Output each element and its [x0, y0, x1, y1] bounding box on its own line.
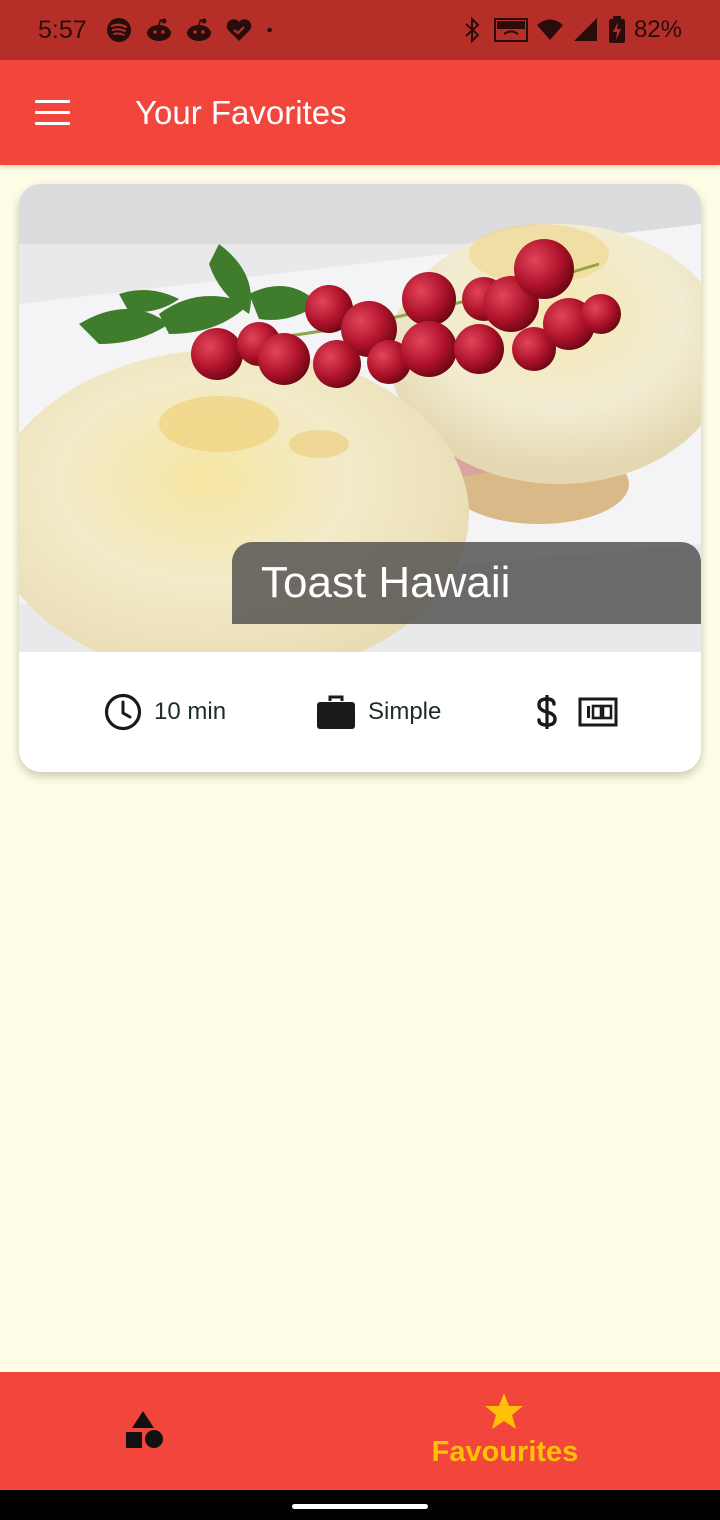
- vowifi-icon: [493, 18, 528, 42]
- reddit-icon: [146, 18, 171, 41]
- nav-label-favourites[interactable]: Favourites: [420, 1436, 590, 1469]
- status-bar: 5:57 82%: [0, 0, 720, 60]
- category-shapes-icon[interactable]: [125, 1410, 165, 1450]
- battery-charging-icon: [608, 16, 625, 43]
- meal-duration: 10 min: [104, 692, 226, 732]
- notification-icons: [105, 16, 281, 44]
- app-bar: Your Favorites: [0, 60, 720, 165]
- system-icons: 82%: [458, 16, 682, 44]
- bottom-navigation: Favourites: [0, 1372, 720, 1490]
- duration-text: 10 min: [154, 698, 227, 725]
- clock-icon: [104, 693, 142, 731]
- status-time: 5:57: [38, 15, 87, 44]
- star-icon[interactable]: [484, 1392, 524, 1430]
- meal-title: Toast Hawaii: [261, 558, 511, 607]
- home-gesture-handle[interactable]: [292, 1504, 428, 1509]
- nav-item-favourites[interactable]: Favourites: [420, 1372, 590, 1490]
- heart-check-icon: [226, 19, 251, 41]
- meal-card[interactable]: Toast Hawaii 10 min Simple: [19, 184, 701, 772]
- dollar-icon: [537, 695, 557, 729]
- battery-percent: 82%: [633, 16, 682, 43]
- complexity-text: Simple: [368, 698, 442, 725]
- meal-meta-row: 10 min Simple: [19, 652, 701, 772]
- meal-title-overlay: Toast Hawaii: [232, 542, 701, 624]
- wifi-icon: [536, 19, 563, 40]
- reddit-icon: [186, 18, 211, 41]
- meal-affordability: [534, 692, 618, 732]
- signal-icon: [573, 18, 597, 41]
- bluetooth-icon: [465, 16, 480, 44]
- briefcase-icon: [317, 695, 355, 729]
- nav-item-categories[interactable]: [90, 1372, 200, 1490]
- page-title: Your Favorites: [135, 93, 347, 131]
- hamburger-menu-icon[interactable]: [35, 98, 71, 128]
- dot-icon: [266, 27, 272, 33]
- gesture-bar: [0, 1490, 720, 1520]
- meal-complexity: Simple: [316, 692, 441, 732]
- money-bill-icon: [578, 697, 618, 727]
- spotify-icon: [106, 18, 131, 42]
